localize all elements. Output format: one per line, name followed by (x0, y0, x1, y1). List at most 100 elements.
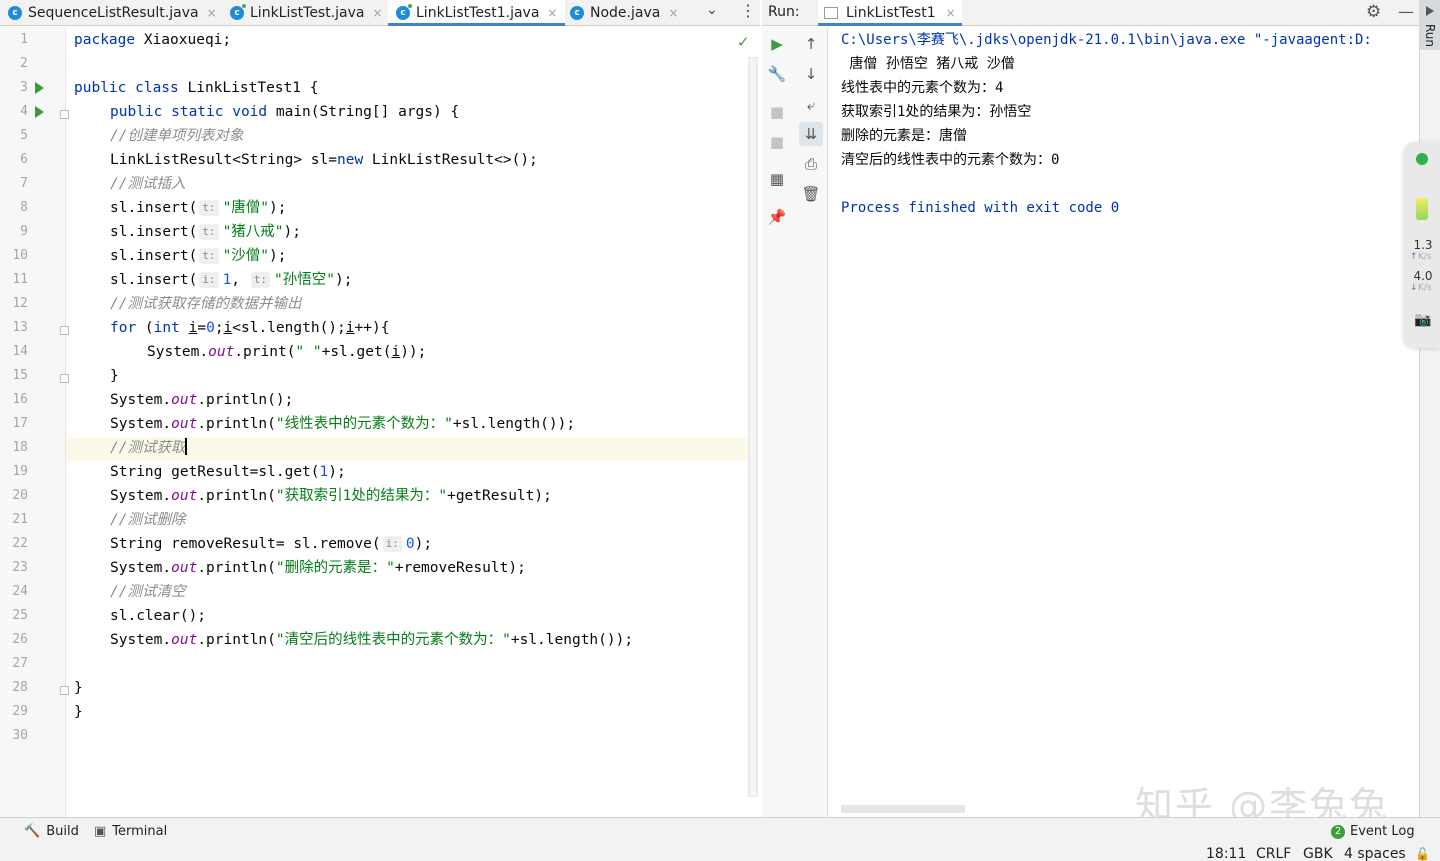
download-unit: K/s (1418, 283, 1432, 293)
event-log-button[interactable]: 2 Event Log (1331, 824, 1415, 839)
tab-node[interactable]: c Node.java × (570, 0, 678, 26)
line-number: 21 (12, 512, 28, 527)
class-icon: c (8, 6, 22, 20)
param-hint: t: (250, 272, 271, 288)
status-dot-icon (1416, 153, 1428, 165)
line-number: 23 (12, 560, 28, 575)
run-tool-header: Run: LinkListTest1 × ⚙ — (762, 0, 1420, 26)
console-output[interactable]: C:\Users\李赛飞\.jdks\openjdk-21.0.1\bin\ja… (829, 27, 1418, 817)
scrollbar-thumb[interactable] (749, 57, 757, 797)
param-hint: i: (382, 536, 402, 552)
code-line-3: public class LinkListTest1 { (74, 80, 319, 96)
param-hint: t: (199, 224, 219, 240)
run-class-icon[interactable] (35, 82, 44, 94)
arrow-up-icon[interactable]: ↑ (799, 32, 823, 56)
class-icon: c (230, 3, 247, 20)
line-number: 15 (12, 368, 28, 383)
run-tab-linklisttest1[interactable]: LinkListTest1 × (818, 0, 962, 26)
line-number: 13 (12, 320, 28, 335)
code-editor[interactable]: 1 2 3 4 5 6 7 8 9 10 11 12 13 14 15 16 17 18 19 20 21 22 23 24 2… (0, 27, 760, 817)
line-number: 11 (12, 272, 28, 287)
event-log-label: Event Log (1350, 824, 1415, 839)
check-icon[interactable]: ✓ (737, 33, 750, 51)
download-speed: 4.0 (1413, 269, 1433, 283)
close-icon[interactable]: × (946, 6, 956, 20)
file-encoding[interactable]: GBK (1303, 846, 1333, 861)
runnable-class-icon: c (396, 3, 413, 20)
gear-icon[interactable]: ⚙ (1366, 2, 1381, 22)
code-line-4: public static void main(String[] args) { (110, 104, 460, 120)
code-line-19: String getResult=sl.get(1); (110, 464, 346, 480)
fold-icon[interactable] (60, 110, 69, 119)
tab-linklisttest1[interactable]: c LinkListTest1.java × (388, 0, 566, 26)
indent-setting[interactable]: 4 spaces (1344, 846, 1406, 861)
tab-label: LinkListTest1.java (416, 5, 540, 21)
arrow-down-icon: ↓ (1410, 283, 1418, 293)
tab-linklisttest[interactable]: c LinkListTest.java × (224, 0, 389, 26)
line-number: 8 (20, 200, 28, 215)
text-cursor (185, 438, 188, 455)
line-number: 16 (12, 392, 28, 407)
caret-position[interactable]: 18:11 (1206, 846, 1246, 861)
soft-wrap-icon[interactable]: ⤶ (799, 93, 823, 117)
build-label: Build (46, 824, 79, 839)
editor-tab-bar: c SequenceListResult.java × c LinkListTe… (0, 0, 760, 26)
line-number: 18 (12, 440, 28, 455)
console-line: Process finished with exit code 0 (841, 200, 1120, 216)
layout-icon[interactable]: ▦ (765, 167, 789, 191)
console-line: 唐僧 孙悟空 猪八戒 沙僧 (841, 56, 1015, 72)
close-icon[interactable]: × (373, 6, 383, 20)
camera-icon[interactable]: 📷 (1414, 312, 1431, 328)
scroll-to-end-icon[interactable]: ⇊ (799, 122, 823, 146)
line-number: 2 (20, 56, 28, 71)
run-label: Run: (768, 4, 800, 20)
code-line-26: System.out.println("清空后的线性表中的元素个数为："+sl.… (110, 632, 634, 648)
lock-icon[interactable]: 🔓 (1415, 847, 1430, 861)
build-tool-button[interactable]: 🔨 Build (24, 824, 79, 839)
chevron-down-icon[interactable]: ⌄ (706, 2, 718, 18)
arrow-down-icon[interactable]: ↓ (799, 62, 823, 86)
param-hint: t: (199, 248, 219, 264)
wrench-icon[interactable]: 🔧 (765, 62, 789, 86)
line-number: 24 (12, 584, 28, 599)
close-icon[interactable]: × (207, 6, 217, 20)
code-line-15: } (110, 368, 119, 384)
code-line-25: sl.clear(); (110, 608, 207, 624)
editor-scrollbar[interactable] (748, 57, 758, 797)
minimize-icon[interactable]: — (1398, 2, 1414, 21)
close-icon[interactable]: × (547, 6, 557, 20)
status-bar: 18:11 CRLF GBK 4 spaces 🔓 (0, 844, 1440, 861)
code-line-5: //创建单项列表对象 (110, 128, 244, 144)
network-monitor-widget[interactable]: 1.3 ↑ K/s 4.0 ↓ K/s 📷 (1404, 142, 1440, 348)
print-icon[interactable]: ⎙ (799, 152, 823, 176)
run-main-icon[interactable] (35, 106, 44, 118)
trash-icon[interactable]: 🗑 (799, 182, 823, 206)
run-icon (1426, 6, 1434, 16)
fold-icon[interactable] (60, 686, 69, 695)
line-number: 27 (12, 656, 28, 671)
rerun-icon[interactable]: ▶ (765, 32, 789, 56)
code-line-13: for (int i=0;i<sl.length();i++){ (110, 320, 390, 336)
console-icon (824, 7, 838, 19)
tab-sequencelistresult[interactable]: c SequenceListResult.java × (8, 0, 217, 26)
code-line-22: String removeResult= sl.remove(i: 0); (110, 536, 433, 552)
console-h-scrollbar[interactable] (841, 805, 965, 813)
pin-icon[interactable]: 📌 (765, 205, 789, 229)
run-stripe-button[interactable]: Run (1420, 0, 1440, 50)
code-line-12: //测试获取存储的数据并输出 (110, 296, 302, 312)
fold-icon[interactable] (60, 326, 69, 335)
upload-speed: 1.3 (1413, 238, 1433, 252)
close-icon[interactable]: × (668, 6, 678, 20)
line-gutter: 1 2 3 4 5 6 7 8 9 10 11 12 13 14 15 16 17 18 19 20 21 22 23 24 2… (0, 27, 66, 817)
debug-icon[interactable]: ■ (765, 130, 789, 154)
terminal-icon: ▣ (94, 824, 107, 839)
code-line-24: //测试清空 (110, 584, 186, 600)
terminal-tool-button[interactable]: ▣ Terminal (94, 824, 167, 839)
stop-icon[interactable]: ■ (765, 100, 789, 124)
code-line-20: System.out.println("获取索引1处的结果为："+getResu… (110, 488, 552, 504)
more-vertical-icon[interactable]: ⋮ (740, 1, 756, 20)
fold-icon[interactable] (60, 374, 69, 383)
code-line-16: System.out.println(); (110, 392, 294, 408)
line-separator[interactable]: CRLF (1256, 846, 1291, 861)
line-number: 10 (12, 248, 28, 263)
